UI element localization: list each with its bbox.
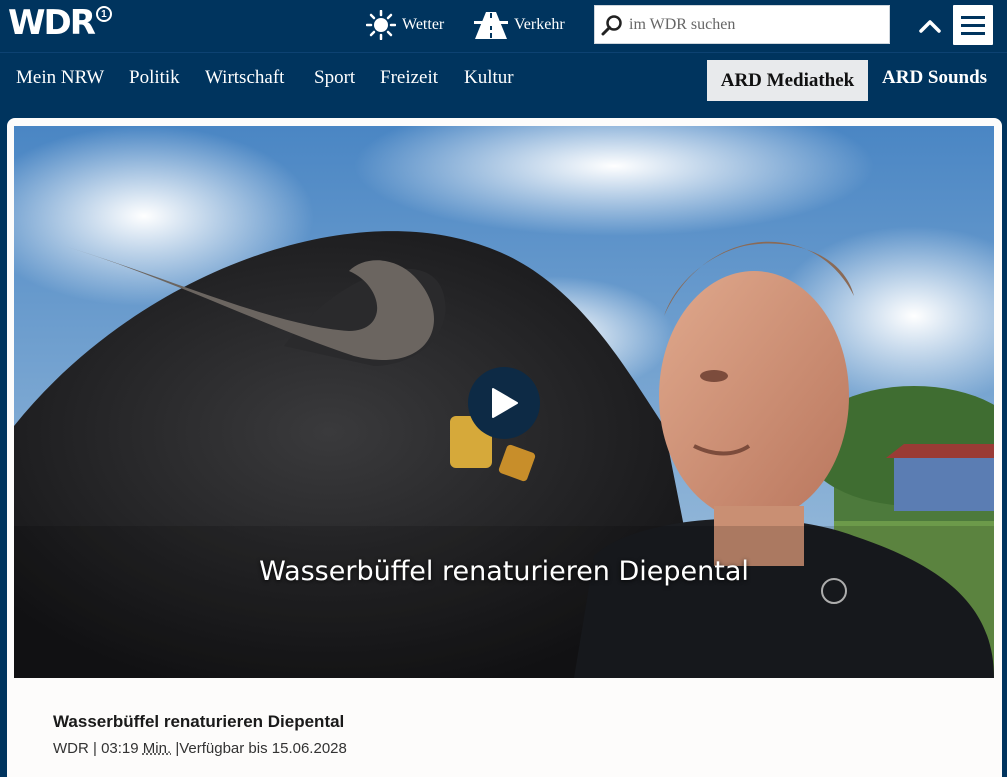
- traffic-link[interactable]: Verkehr: [474, 10, 565, 40]
- nav-item-politik[interactable]: Politik: [129, 53, 180, 103]
- hamburger-menu-icon: [961, 15, 985, 19]
- logo-badge: 1: [95, 6, 112, 22]
- duration-unit: Min.: [142, 740, 172, 757]
- play-button[interactable]: [468, 367, 540, 439]
- search-input[interactable]: [629, 15, 869, 34]
- video-meta: WDR | 03:19 Min. |Verfügbar bis 15.06.20…: [53, 740, 347, 757]
- logo-text: WDR: [8, 3, 96, 43]
- weather-label: Wetter: [402, 16, 445, 33]
- video-availability: Verfügbar bis 15.06.2028: [179, 740, 347, 757]
- wdr-logo[interactable]: WDR 1: [8, 4, 112, 42]
- nav-item-sport[interactable]: Sport: [314, 53, 355, 103]
- video-overlay-title: Wasserbüffel renaturieren Diepental: [259, 556, 749, 587]
- search-bar: [594, 5, 890, 44]
- video-player[interactable]: Wasserbüffel renaturieren Diepental: [14, 126, 994, 678]
- main-nav: Mein NRW Politik Wirtschaft Sport Freize…: [0, 52, 1007, 102]
- top-header: WDR 1 Wetter Verkehr: [0, 0, 1007, 52]
- chevron-up-icon[interactable]: [916, 12, 944, 40]
- nav-item-wirtschaft[interactable]: Wirtschaft: [205, 53, 284, 103]
- video-card: Wasserbüffel renaturieren Diepental Wass…: [7, 118, 1002, 777]
- play-icon: [492, 388, 518, 418]
- meta-separator: |: [93, 740, 97, 757]
- magnifier-icon[interactable]: [601, 14, 623, 36]
- ard-mediathek-link[interactable]: ARD Mediathek: [707, 60, 868, 101]
- video-source: WDR: [53, 740, 89, 757]
- weather-link[interactable]: Wetter: [366, 10, 444, 40]
- traffic-label: Verkehr: [514, 16, 565, 33]
- ard-sounds-link[interactable]: ARD Sounds: [882, 53, 987, 103]
- nav-item-kultur[interactable]: Kultur: [464, 53, 514, 103]
- menu-button[interactable]: [951, 3, 995, 47]
- nav-item-freizeit[interactable]: Freizeit: [380, 53, 438, 103]
- video-duration: 03:19: [101, 740, 139, 757]
- highway-icon: [474, 12, 508, 39]
- video-title[interactable]: Wasserbüffel renaturieren Diepental: [53, 712, 344, 732]
- nav-item-mein-nrw[interactable]: Mein NRW: [16, 53, 104, 103]
- sun-icon: [366, 10, 396, 40]
